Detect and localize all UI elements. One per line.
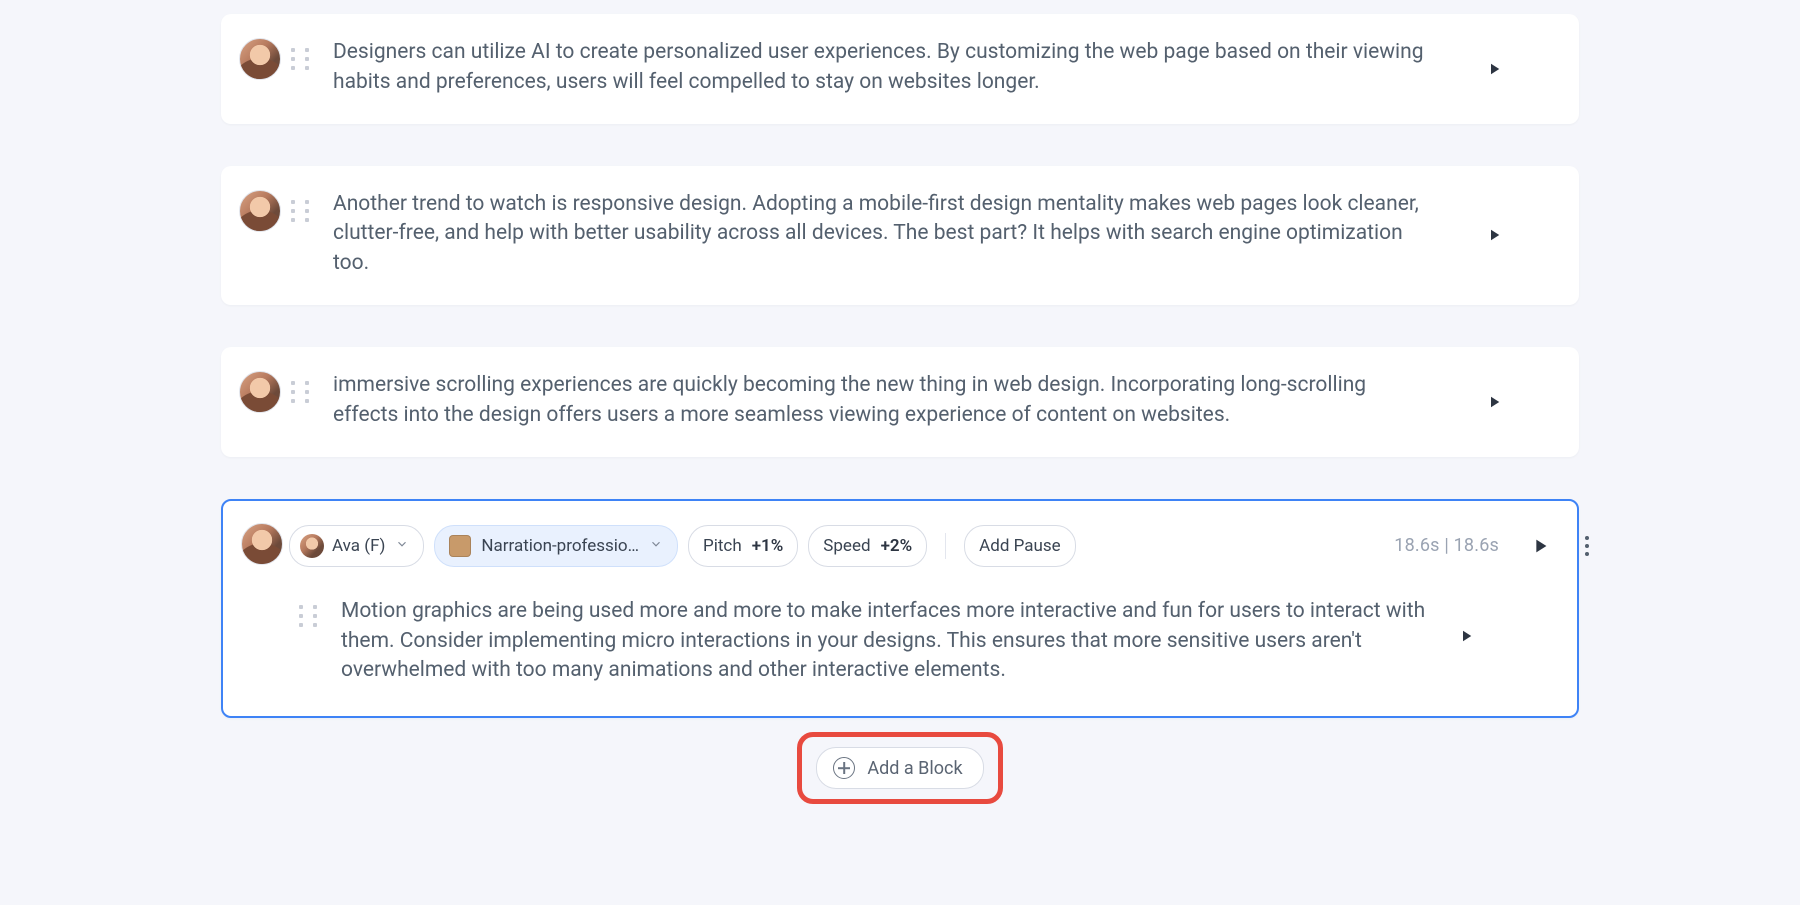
plus-circle-icon — [833, 757, 855, 779]
toolbar-divider — [945, 533, 946, 559]
editor-container: Designers can utilize AI to create perso… — [221, 14, 1579, 804]
more-options-button[interactable] — [1575, 534, 1599, 558]
play-button[interactable] — [1451, 621, 1481, 651]
block-text[interactable]: Motion graphics are being used more and … — [341, 597, 1551, 686]
add-block-region: Add a Block — [221, 732, 1579, 804]
text-block-selected[interactable]: Ava (F) Narration-professio… Pitch +1% — [221, 499, 1579, 718]
pitch-value: +1% — [752, 536, 784, 556]
speaker-avatar — [239, 38, 281, 80]
drag-handle-icon[interactable] — [291, 200, 313, 222]
drag-handle-icon[interactable] — [291, 381, 313, 403]
block-timing: 18.6s | 18.6s — [1394, 535, 1499, 556]
voice-avatar-icon — [300, 534, 324, 558]
block-toolbar: Ava (F) Narration-professio… Pitch +1% — [241, 525, 1599, 597]
speaker-avatar — [241, 523, 283, 565]
play-button[interactable] — [1479, 220, 1509, 250]
block-text[interactable]: Another trend to watch is responsive des… — [333, 190, 1553, 279]
drag-handle-icon[interactable] — [291, 48, 313, 70]
speed-control[interactable]: Speed +2% — [808, 525, 927, 567]
text-block[interactable]: immersive scrolling experiences are quic… — [221, 347, 1579, 457]
chevron-down-icon — [649, 536, 663, 556]
drag-handle-icon[interactable] — [299, 605, 321, 627]
pitch-control[interactable]: Pitch +1% — [688, 525, 798, 567]
speed-value: +2% — [881, 536, 913, 556]
block-text[interactable]: Designers can utilize AI to create perso… — [333, 38, 1553, 98]
text-block[interactable]: Another trend to watch is responsive des… — [221, 166, 1579, 305]
pitch-label: Pitch — [703, 536, 742, 556]
add-block-button[interactable]: Add a Block — [816, 747, 983, 789]
voice-selector[interactable]: Ava (F) — [289, 525, 424, 567]
play-button[interactable] — [1479, 54, 1509, 84]
play-button[interactable] — [1479, 387, 1509, 417]
play-block-button[interactable] — [1527, 533, 1553, 559]
speaker-avatar — [239, 371, 281, 413]
style-icon — [449, 535, 471, 557]
style-label: Narration-professio… — [481, 536, 639, 556]
voice-label: Ava (F) — [332, 536, 385, 556]
add-block-highlight: Add a Block — [797, 732, 1002, 804]
add-block-label: Add a Block — [867, 758, 962, 779]
add-pause-button[interactable]: Add Pause — [964, 525, 1076, 567]
text-block[interactable]: Designers can utilize AI to create perso… — [221, 14, 1579, 124]
block-text[interactable]: immersive scrolling experiences are quic… — [333, 371, 1553, 431]
speed-label: Speed — [823, 536, 870, 556]
style-selector[interactable]: Narration-professio… — [434, 525, 678, 567]
chevron-down-icon — [395, 536, 409, 556]
speaker-avatar — [239, 190, 281, 232]
